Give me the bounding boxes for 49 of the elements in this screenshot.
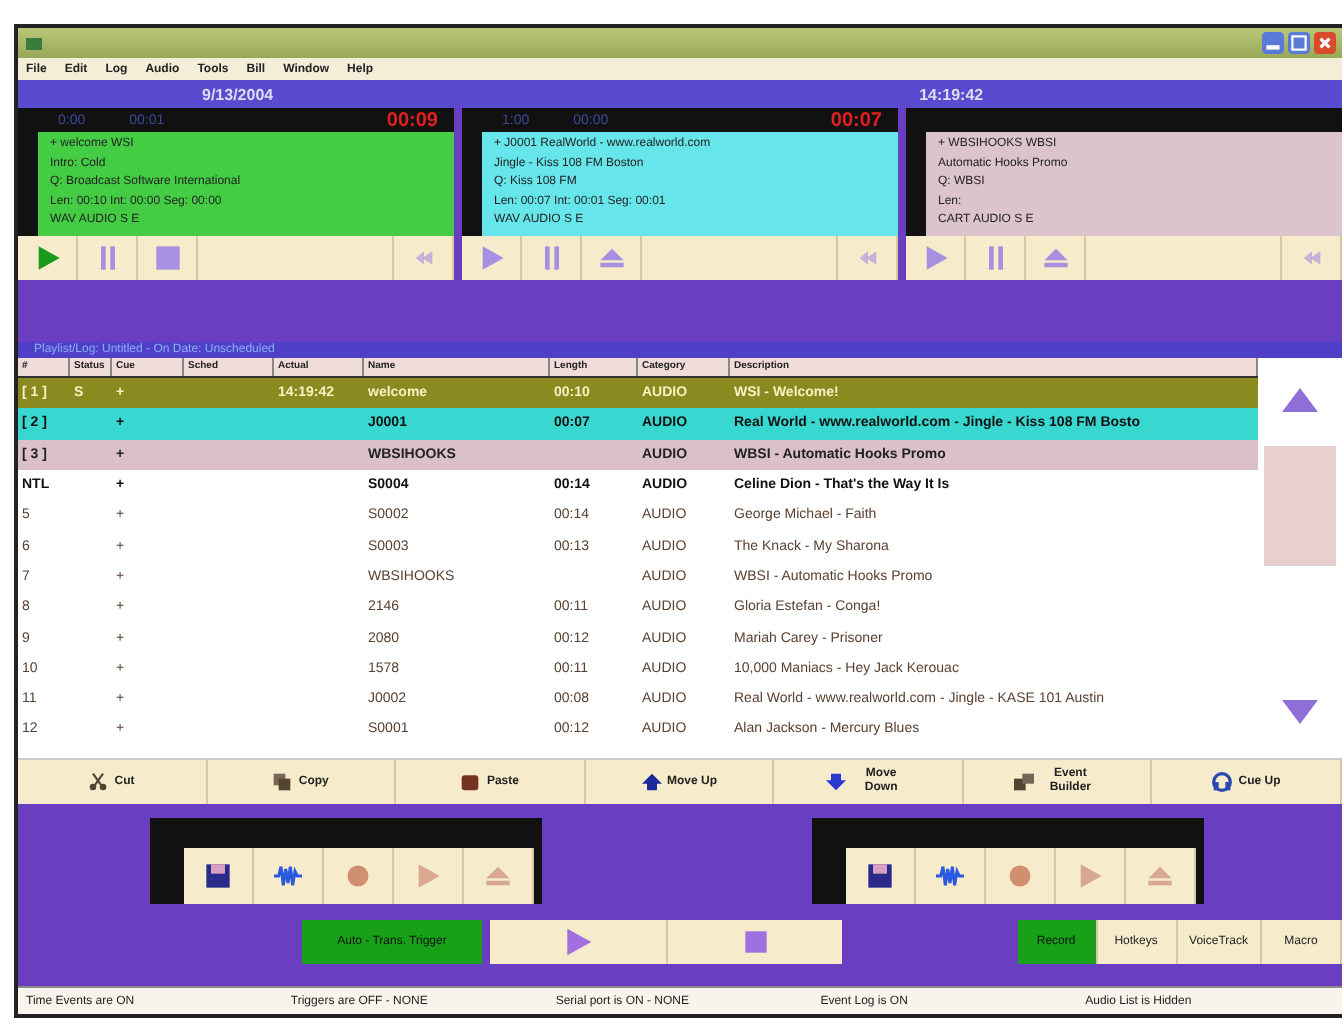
eject-icon: [597, 244, 625, 272]
eject-button[interactable]: [464, 848, 534, 904]
waveform-button[interactable]: [254, 848, 324, 904]
record-icon: [1006, 862, 1034, 890]
play-icon: [477, 244, 505, 272]
play-icon: [921, 244, 949, 272]
minimize-icon[interactable]: [1262, 32, 1284, 54]
copy-icon: [272, 772, 293, 792]
play-icon: [1076, 862, 1104, 890]
maximize-icon[interactable]: [1288, 32, 1310, 54]
down-triangle-icon: [1280, 695, 1320, 727]
waveform-icon: [936, 862, 964, 890]
scissors-icon: [88, 772, 109, 792]
down-arrow-icon: [825, 772, 846, 792]
deck-timer: 00:09: [386, 109, 438, 131]
up-triangle-icon: [1280, 383, 1320, 415]
stop-button[interactable]: [666, 920, 842, 964]
waveform-icon: [274, 862, 302, 890]
up-arrow-icon: [641, 772, 662, 792]
play-icon: [562, 926, 594, 958]
play-icon: [414, 862, 442, 890]
eject-icon: [1041, 244, 1069, 272]
record-button[interactable]: [324, 848, 394, 904]
save-button[interactable]: [846, 848, 916, 904]
eject-icon: [484, 862, 512, 890]
paste-icon: [460, 772, 481, 792]
play-button[interactable]: [1056, 848, 1126, 904]
eject-icon: [1146, 862, 1174, 890]
clock-label: 14:19:42: [919, 85, 984, 103]
record-button[interactable]: [986, 848, 1056, 904]
eject-button[interactable]: [1126, 848, 1196, 904]
stop-icon: [739, 926, 771, 958]
date-label: 9/13/2004: [202, 85, 274, 103]
rewind-icon: [857, 248, 877, 268]
play-button[interactable]: [394, 848, 464, 904]
waveform-button[interactable]: [916, 848, 986, 904]
play-icon: [33, 244, 61, 272]
record-icon: [344, 862, 372, 890]
builder-icon: [1014, 772, 1035, 792]
play-button[interactable]: [490, 920, 666, 964]
deck-timer: 00:07: [830, 109, 882, 131]
app-icon: [24, 33, 44, 53]
close-icon[interactable]: [1314, 32, 1336, 54]
save-button[interactable]: [184, 848, 254, 904]
stop-icon: [153, 244, 181, 272]
scroll-thumb[interactable]: [1264, 446, 1336, 566]
headphones-icon: [1212, 772, 1233, 792]
rewind-icon: [413, 248, 433, 268]
rewind-icon: [1301, 248, 1321, 268]
